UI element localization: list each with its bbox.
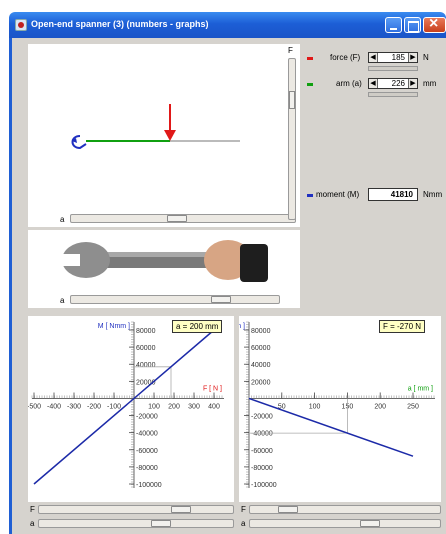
moment-label: moment (M) [316, 190, 360, 199]
x-tick-label: -300 [67, 403, 81, 410]
graph-right-svg: 80000 60000 40000 20000 -20000 -40000 -60000 -8… [213, 321, 435, 489]
lever-diagram [71, 104, 240, 150]
graph-moment-vs-force: 80000 60000 40000 20000 -20000 -40000 -60000 -8… [27, 316, 234, 502]
y-tick-label: -20000 [136, 414, 158, 421]
x-tick-label: 100 [309, 403, 321, 410]
bottom-arm-slider-label-right: a [241, 519, 246, 528]
graph-moment-vs-arm: 80000 60000 40000 20000 -20000 -40000 -60000 -8… [213, 316, 441, 502]
photo-slider-thumb[interactable] [211, 296, 231, 303]
y-tick-label: -100000 [136, 482, 162, 489]
force-decrease-button[interactable]: ◀ [369, 53, 378, 62]
force-value[interactable]: 185 [379, 53, 407, 62]
bottom-arm-slider-right[interactable] [249, 519, 441, 528]
x-tick-label: 300 [188, 403, 200, 410]
bottom-force-slider[interactable] [38, 505, 234, 514]
arm-spinbox[interactable]: ◀ 226 ▶ [368, 78, 418, 89]
bottom-arm-slider[interactable] [38, 519, 234, 528]
y-tick-label: -40000 [251, 431, 273, 438]
bottom-force-slider-thumb[interactable] [171, 506, 191, 513]
x-tick-label: 250 [407, 403, 419, 410]
graph-left-badge: a = 200 mm [172, 320, 223, 333]
x-tick-label: 200 [374, 403, 386, 410]
y-axis-label: M [ Nmm ] [239, 323, 245, 330]
y-tick-label: 20000 [251, 379, 271, 386]
arm-slider-label: a [60, 215, 65, 224]
y-tick-label: 60000 [136, 345, 156, 352]
bottom-force-slider-label-right: F [241, 505, 246, 514]
force-color-marker [307, 57, 313, 60]
graph-right-badge: F = -270 N [379, 320, 426, 333]
photo-slider-label: a [60, 296, 65, 305]
y-axis-label: M [ Nmm ] [98, 323, 130, 330]
moment-series-line [248, 397, 414, 457]
force-mini-track[interactable] [368, 66, 418, 71]
bottom-arm-slider-label: a [30, 519, 35, 528]
x-tick-label: -200 [87, 403, 101, 410]
title-bar: Open-end spanner (3) (numbers - graphs) [9, 12, 446, 38]
arm-mini-track[interactable] [368, 92, 418, 97]
y-tick-label: 40000 [136, 362, 156, 369]
sleeve [240, 244, 268, 282]
x-axis-label: F [ N ] [203, 385, 222, 392]
bottom-arm-slider-thumb[interactable] [151, 520, 171, 527]
arm-label: arm (a) [336, 79, 362, 88]
photo-slider[interactable] [70, 295, 280, 304]
moment-unit: Nmm [423, 190, 443, 199]
y-tick-label: 80000 [136, 328, 156, 335]
y-tick-label: -60000 [136, 448, 158, 455]
force-arrowhead [164, 130, 176, 141]
arm-unit: mm [423, 79, 437, 88]
y-tick-label: -40000 [136, 431, 158, 438]
force-slider-thumb[interactable] [289, 91, 295, 109]
y-tick-label: 40000 [251, 362, 271, 369]
close-button[interactable] [423, 15, 446, 33]
y-tick-label: -80000 [136, 465, 158, 472]
arm-increase-button[interactable]: ▶ [408, 79, 417, 88]
controls-panel: force (F) ◀ 185 ▶ N arm (a) ◀ 226 ▶ mm m… [302, 44, 446, 227]
maximize-button[interactable] [404, 17, 421, 33]
arm-slider-thumb[interactable] [167, 215, 187, 222]
app-icon [15, 19, 27, 31]
x-tick-label: -500 [28, 403, 41, 410]
x-tick-label: -400 [47, 403, 61, 410]
y-tick-label: 60000 [251, 345, 271, 352]
lever-diagram-panel: a [28, 44, 300, 227]
arm-color-marker [307, 83, 313, 86]
moment-color-marker [307, 194, 313, 197]
force-label: force (F) [330, 53, 361, 62]
window-body: a F force (F) ◀ 185 ▶ N arm (a) ◀ 226 ▶ … [9, 38, 446, 534]
x-tick-label: 200 [168, 403, 180, 410]
force-slider[interactable] [288, 58, 296, 220]
spanner-photo-panel: a [28, 230, 300, 308]
x-tick-label: -100 [107, 403, 121, 410]
arm-slider[interactable] [70, 214, 296, 223]
bottom-force-slider-right-thumb[interactable] [278, 506, 298, 513]
y-tick-label: 80000 [251, 328, 271, 335]
force-spinbox[interactable]: ◀ 185 ▶ [368, 52, 418, 63]
y-tick-label: -100000 [251, 482, 277, 489]
bottom-force-slider-right[interactable] [249, 505, 441, 514]
y-tick-label: -60000 [251, 448, 273, 455]
y-tick-label: -80000 [251, 465, 273, 472]
force-increase-button[interactable]: ▶ [408, 53, 417, 62]
bottom-force-slider-label: F [30, 505, 35, 514]
window-title: Open-end spanner (3) (numbers - graphs) [31, 19, 209, 29]
x-tick-label: 400 [208, 403, 220, 410]
moment-readout: 41810 [368, 188, 418, 201]
arm-value[interactable]: 226 [379, 79, 407, 88]
force-unit: N [423, 53, 429, 62]
force-slider-label: F [288, 46, 293, 55]
arm-decrease-button[interactable]: ◀ [369, 79, 378, 88]
minimize-button[interactable] [385, 17, 402, 33]
x-tick-label: 100 [148, 403, 160, 410]
x-axis-label: a [ mm ] [408, 385, 433, 392]
graph-left-svg: 80000600004000020000-20000-40000-60000-8… [27, 321, 224, 489]
bottom-arm-slider-right-thumb[interactable] [360, 520, 380, 527]
y-tick-label: -20000 [251, 414, 273, 421]
